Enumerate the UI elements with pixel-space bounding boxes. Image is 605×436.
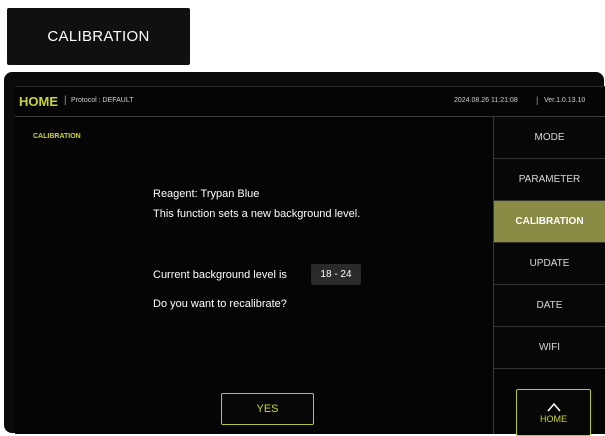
home-icon [546,402,561,411]
device-screen: HOME | Protocol : DEFAULT 2024.08.26 11:… [15,86,605,436]
home-button-label: HOME [540,413,567,424]
menu-item-wifi[interactable]: WIFI [494,327,605,369]
recalibrate-question: Do you want to recalibrate? [153,298,287,310]
main-panel: CALIBRATION Reagent: Trypan Blue This fu… [15,117,493,434]
version-text: Ver.1.0.13.10 [544,97,586,104]
yes-button[interactable]: YES [221,393,314,425]
panel-title: CALIBRATION [33,133,81,140]
separator-2: | [536,95,539,105]
top-bar: HOME | Protocol : DEFAULT 2024.08.26 11:… [15,87,605,117]
home-title[interactable]: HOME [19,94,58,109]
calibration-label-tag: CALIBRATION [7,8,190,65]
home-button[interactable]: HOME [516,389,591,436]
menu-item-update[interactable]: UPDATE [494,243,605,285]
separator: | [64,95,67,106]
menu-item-calibration[interactable]: CALIBRATION [494,201,605,243]
description-text: This function sets a new background leve… [153,208,361,220]
menu-item-parameter[interactable]: PARAMETER [494,159,605,201]
datetime-text: 2024.08.26 11:21:08 [454,97,518,104]
background-level-label: Current background level is [153,269,287,281]
menu-item-mode[interactable]: MODE [494,117,605,159]
background-level-value: 18 - 24 [311,264,361,285]
protocol-text: Protocol : DEFAULT [71,97,134,104]
reagent-text: Reagent: Trypan Blue [153,188,260,200]
menu-item-date[interactable]: DATE [494,285,605,327]
